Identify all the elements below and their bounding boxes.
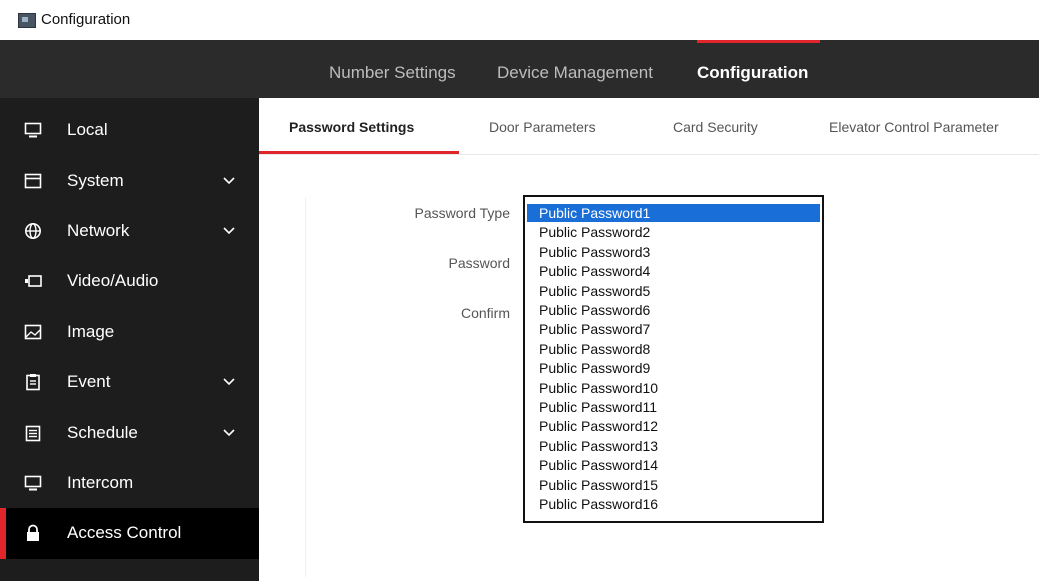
- dropdown-option[interactable]: Public Password3: [527, 243, 820, 261]
- dropdown-option[interactable]: Public Password1: [527, 204, 820, 222]
- video-audio-icon: [25, 275, 42, 287]
- sidebar-item-system[interactable]: System: [0, 156, 259, 207]
- window-title: Configuration: [41, 11, 131, 28]
- schedule-icon: [25, 425, 41, 442]
- form-divider: [305, 197, 306, 577]
- sidebar-item-label: Schedule: [67, 423, 138, 442]
- password-type-dropdown-list[interactable]: Public Password1 Public Password2 Public P…: [523, 195, 824, 523]
- dropdown-option[interactable]: Public Password11: [527, 398, 820, 416]
- dropdown-option[interactable]: Public Password7: [527, 320, 820, 338]
- sidebar-item-label: Access Control: [67, 523, 182, 542]
- dropdown-option[interactable]: Public Password4: [527, 262, 820, 280]
- password-type-label: Password Type: [414, 205, 510, 221]
- lock-icon: [27, 524, 39, 541]
- window-icon: [24, 173, 42, 189]
- active-nav-indicator: [697, 40, 820, 43]
- monitor-icon: [24, 122, 42, 138]
- tab-password-settings[interactable]: Password Settings: [289, 119, 414, 135]
- dropdown-option[interactable]: Public Password9: [527, 359, 820, 377]
- dropdown-option[interactable]: Public Password5: [527, 282, 820, 300]
- password-label: Password: [448, 255, 510, 271]
- globe-icon: [25, 223, 41, 239]
- dropdown-option[interactable]: Public Password8: [527, 340, 820, 358]
- tab-elevator-control-parameter[interactable]: Elevator Control Parameter: [829, 119, 999, 135]
- chevron-down-icon: [223, 227, 235, 235]
- nav-number-settings[interactable]: Number Settings: [329, 63, 456, 83]
- sidebar-item-label: Network: [67, 221, 130, 240]
- dropdown-option[interactable]: Public Password12: [527, 417, 820, 435]
- confirm-label: Confirm: [460, 305, 510, 321]
- dropdown-option[interactable]: Public Password6: [527, 301, 820, 319]
- sidebar: Local System Network Video/Audio Image E…: [0, 98, 259, 581]
- image-icon: [24, 324, 42, 340]
- dropdown-option[interactable]: Public Password14: [527, 456, 820, 474]
- sidebar-item-access-control[interactable]: Access Control: [0, 508, 259, 559]
- app-icon: [18, 13, 36, 28]
- dropdown-option[interactable]: Public Password15: [527, 476, 820, 494]
- sidebar-item-label: Image: [67, 322, 115, 341]
- dropdown-option[interactable]: Public Password10: [527, 379, 820, 397]
- sidebar-item-image[interactable]: Image: [0, 307, 259, 358]
- sidebar-item-intercom[interactable]: Intercom: [0, 458, 259, 509]
- chevron-down-icon: [223, 429, 235, 437]
- title-bar: Configuration: [0, 0, 1039, 40]
- top-nav: Number Settings Device Management Config…: [0, 40, 1039, 98]
- tab-door-parameters[interactable]: Door Parameters: [489, 119, 596, 135]
- nav-configuration[interactable]: Configuration: [697, 63, 808, 83]
- dropdown-option[interactable]: Public Password16: [527, 495, 820, 513]
- chevron-down-icon: [223, 177, 235, 185]
- sidebar-item-network[interactable]: Network: [0, 206, 259, 257]
- sidebar-item-schedule[interactable]: Schedule: [0, 408, 259, 459]
- chevron-down-icon: [223, 378, 235, 386]
- sidebar-item-label: Local: [67, 120, 108, 139]
- dropdown-option[interactable]: Public Password2: [527, 223, 820, 241]
- dropdown-option[interactable]: Public Password13: [527, 437, 820, 455]
- tab-card-security[interactable]: Card Security: [673, 119, 758, 135]
- nav-device-management[interactable]: Device Management: [497, 63, 653, 83]
- event-icon: [26, 374, 40, 391]
- monitor-icon: [24, 475, 42, 491]
- active-tab-underline: [259, 151, 459, 154]
- sidebar-item-label: Intercom: [67, 473, 134, 492]
- content-tabs: Password Settings Door Parameters Card S…: [259, 98, 1039, 155]
- sidebar-item-local[interactable]: Local: [0, 105, 259, 156]
- sidebar-item-label: Video/Audio: [67, 271, 159, 290]
- sidebar-item-label: Event: [67, 372, 111, 391]
- sidebar-item-event[interactable]: Event: [0, 357, 259, 408]
- sidebar-item-label: System: [67, 171, 124, 190]
- sidebar-item-video-audio[interactable]: Video/Audio: [0, 256, 259, 307]
